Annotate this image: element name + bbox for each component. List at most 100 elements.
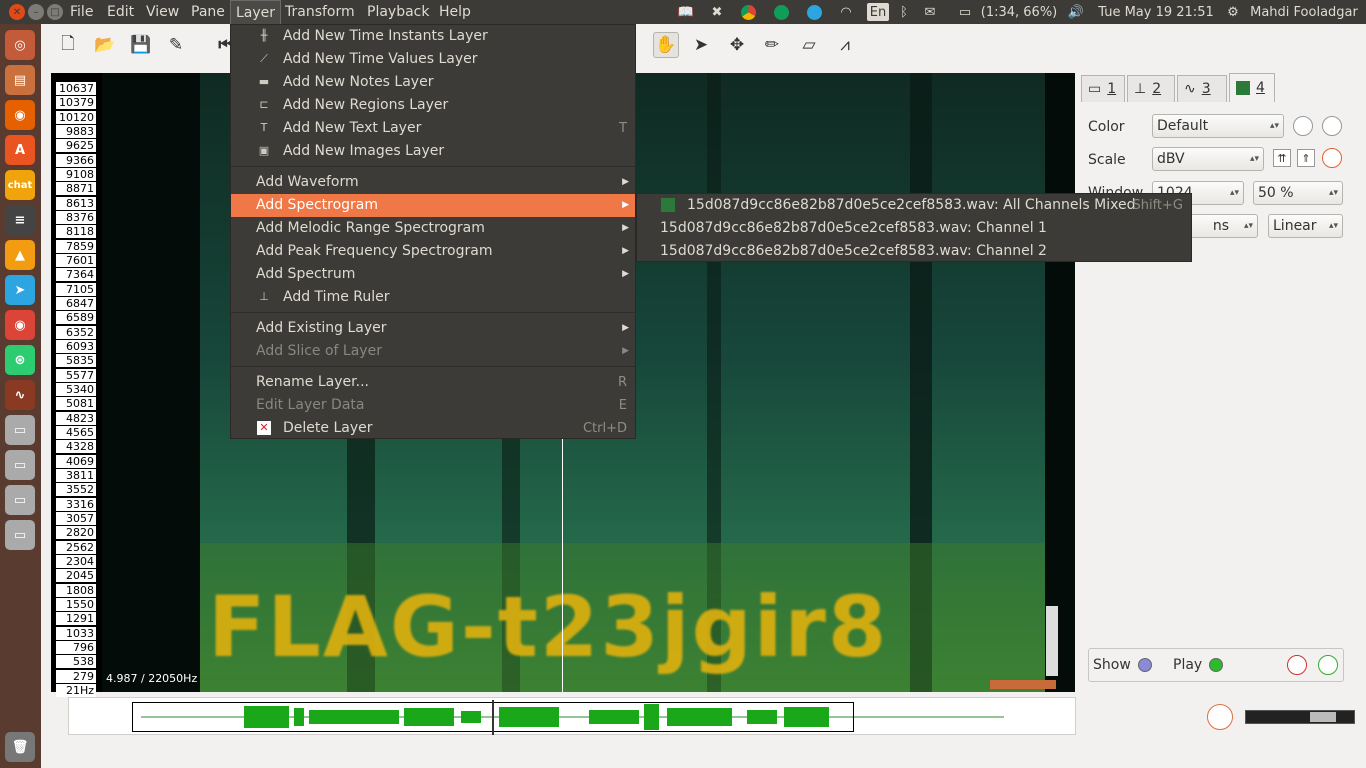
menu-playback[interactable]: Playback — [362, 0, 434, 24]
keyboard-layout[interactable]: En — [867, 3, 889, 21]
tab-4[interactable]: 4 — [1229, 73, 1275, 102]
drive-icon-3[interactable]: ▭ — [5, 485, 35, 515]
submenu-arrow-icon: ▶ — [622, 246, 629, 256]
telegram-icon[interactable] — [804, 2, 824, 22]
battery-status[interactable]: (1:34, 66%) — [979, 2, 1059, 22]
tab-1[interactable]: ▭ 1 — [1081, 75, 1125, 102]
gear-icon[interactable]: ⚙ — [1224, 2, 1242, 22]
chrome-icon[interactable] — [738, 2, 758, 22]
trash-icon[interactable]: 🗑 — [5, 732, 35, 762]
menu-item-add-text[interactable]: T Add New Text Layer T — [231, 117, 635, 140]
drive-icon-1[interactable]: ▭ — [5, 415, 35, 445]
wifi-icon[interactable]: ◠ — [836, 2, 856, 22]
vlc-icon[interactable]: ▲ — [5, 240, 35, 270]
save-as-icon[interactable]: ✎ — [163, 32, 189, 58]
menu-file[interactable]: File — [65, 0, 98, 24]
erase-tool-icon[interactable]: ▱ — [796, 32, 822, 58]
telegram-launcher-icon[interactable]: ➤ — [5, 275, 35, 305]
menu-view[interactable]: View — [141, 0, 184, 24]
software-center-icon[interactable]: A — [5, 135, 35, 165]
menu-item-add-images[interactable]: ▣ Add New Images Layer — [231, 140, 635, 163]
draw-tool-icon[interactable]: ✏ — [759, 32, 785, 58]
open-icon[interactable]: 📂 — [92, 32, 118, 58]
spin-icon: ▴▾ — [1269, 121, 1279, 131]
play-toggle[interactable] — [1209, 658, 1223, 672]
gain-knob-icon-2[interactable] — [1318, 655, 1338, 675]
frequency-tick-label: 5081 — [56, 397, 96, 411]
tab-2[interactable]: ⊥ 2 — [1127, 75, 1175, 102]
menu-item-add-existing-layer[interactable]: Add Existing Layer ▶ — [231, 317, 635, 340]
gain-knob-icon[interactable] — [1322, 148, 1342, 168]
menu-item-add-waveform[interactable]: Add Waveform ▶ — [231, 171, 635, 194]
menu-pane[interactable]: Pane — [186, 0, 230, 24]
move-tool-icon[interactable]: ✥ — [724, 32, 750, 58]
battery-icon[interactable]: ▭ — [953, 2, 977, 22]
save-icon[interactable]: 💾 — [128, 32, 154, 58]
chrome-launcher-icon[interactable]: ◉ — [5, 310, 35, 340]
knob-icon-2[interactable] — [1322, 116, 1342, 136]
firefox-icon[interactable]: ◉ — [5, 100, 35, 130]
menu-item-add-spectrogram[interactable]: Add Spectrogram ▶ — [231, 194, 635, 217]
drive-icon-2[interactable]: ▭ — [5, 450, 35, 480]
frequency-tick-label: 6589 — [56, 311, 96, 325]
menu-item-add-spectrum[interactable]: Add Spectrum ▶ — [231, 263, 635, 286]
menu-item-rename-layer[interactable]: Rename Layer... R — [231, 371, 635, 394]
user-name[interactable]: Mahdi Fooladgar — [1246, 2, 1362, 22]
menu-item-add-time-ruler[interactable]: ⊥ Add Time Ruler — [231, 286, 635, 309]
mail-icon[interactable]: ✉ — [920, 2, 940, 22]
pan-knob-icon[interactable] — [1287, 655, 1307, 675]
submenu-arrow-icon: ▶ — [622, 323, 629, 333]
chat-icon[interactable]: chat — [5, 170, 35, 200]
maximize-icon[interactable]: □ — [47, 4, 63, 20]
bluetooth-icon[interactable]: ᛒ — [896, 2, 912, 22]
tab-3[interactable]: ∿ 3 — [1177, 75, 1227, 102]
minimize-icon[interactable]: – — [28, 4, 44, 20]
frequency-scale-select[interactable]: Linear ▴▾ — [1268, 214, 1343, 238]
menu-edit[interactable]: Edit — [102, 0, 139, 24]
frequency-tick-label: 6352 — [56, 325, 96, 339]
measure-tool-icon[interactable]: ⩘ — [832, 32, 858, 58]
sonic-visualiser-icon[interactable]: ∿ — [5, 380, 35, 410]
slider-handle[interactable] — [1310, 712, 1336, 722]
normalize-visible-icon[interactable]: ⇑ — [1297, 149, 1315, 167]
drive-icon-4[interactable]: ▭ — [5, 520, 35, 550]
overlap-select[interactable]: 50 % ▴▾ — [1253, 181, 1343, 205]
hangouts-icon[interactable] — [771, 2, 791, 22]
select-tool-icon[interactable]: ➤ — [688, 32, 714, 58]
knob-icon[interactable] — [1293, 116, 1313, 136]
playback-speed-slider[interactable] — [1245, 710, 1355, 724]
navigate-tool-icon[interactable]: ✋ — [653, 32, 679, 58]
menu-item-add-regions[interactable]: ⊏ Add New Regions Layer — [231, 94, 635, 117]
color-label: Color — [1088, 119, 1125, 135]
frequency-tick-label: 9883 — [56, 124, 96, 138]
files-icon[interactable]: ▤ — [5, 65, 35, 95]
show-toggle[interactable] — [1138, 658, 1152, 672]
terminal-icon[interactable]: ≡ — [5, 205, 35, 235]
submenu-item-channel-2[interactable]: 15d087d9cc86e82b87d0e5ce2cef8583.wav: Ch… — [637, 240, 1191, 263]
dash-icon[interactable]: ◎ — [5, 30, 35, 60]
close-icon[interactable]: ✕ — [9, 4, 25, 20]
menu-item-add-time-instants[interactable]: ╫ Add New Time Instants Layer — [231, 25, 635, 48]
normalize-columns-icon[interactable]: ⇈ — [1273, 149, 1291, 167]
menu-layer[interactable]: Layer — [230, 0, 282, 24]
overview-playhead[interactable] — [492, 700, 494, 735]
clock[interactable]: Tue May 19 21:51 — [1096, 2, 1216, 22]
menu-item-add-melodic-range-spectrogram[interactable]: Add Melodic Range Spectrogram ▶ — [231, 217, 635, 240]
book-icon[interactable]: 📖 — [676, 2, 696, 22]
menu-item-add-peak-frequency-spectrogram[interactable]: Add Peak Frequency Spectrogram ▶ — [231, 240, 635, 263]
master-gain-knob-icon[interactable] — [1207, 704, 1233, 730]
scale-select[interactable]: dBV ▴▾ — [1152, 147, 1264, 171]
spin-icon: ▴▾ — [1243, 221, 1253, 231]
app-icon[interactable]: ⊛ — [5, 345, 35, 375]
menu-item-delete-layer[interactable]: ✕ Delete Layer Ctrl+D — [231, 417, 635, 440]
submenu-item-channel-1[interactable]: 15d087d9cc86e82b87d0e5ce2cef8583.wav: Ch… — [637, 217, 1191, 240]
color-select[interactable]: Default ▴▾ — [1152, 114, 1284, 138]
menu-help[interactable]: Help — [434, 0, 476, 24]
menu-item-add-time-values[interactable]: ⟋ Add New Time Values Layer — [231, 48, 635, 71]
submenu-item-all-channels-mixed[interactable]: 15d087d9cc86e82b87d0e5ce2cef8583.wav: Al… — [637, 194, 1191, 217]
new-file-icon[interactable]: 🗋 — [55, 32, 81, 58]
menu-transform[interactable]: Transform — [280, 0, 360, 24]
menu-item-add-notes[interactable]: ▬ Add New Notes Layer — [231, 71, 635, 94]
dropbox-icon[interactable]: ✖ — [707, 2, 727, 22]
volume-icon[interactable]: 🔊 — [1065, 2, 1087, 22]
